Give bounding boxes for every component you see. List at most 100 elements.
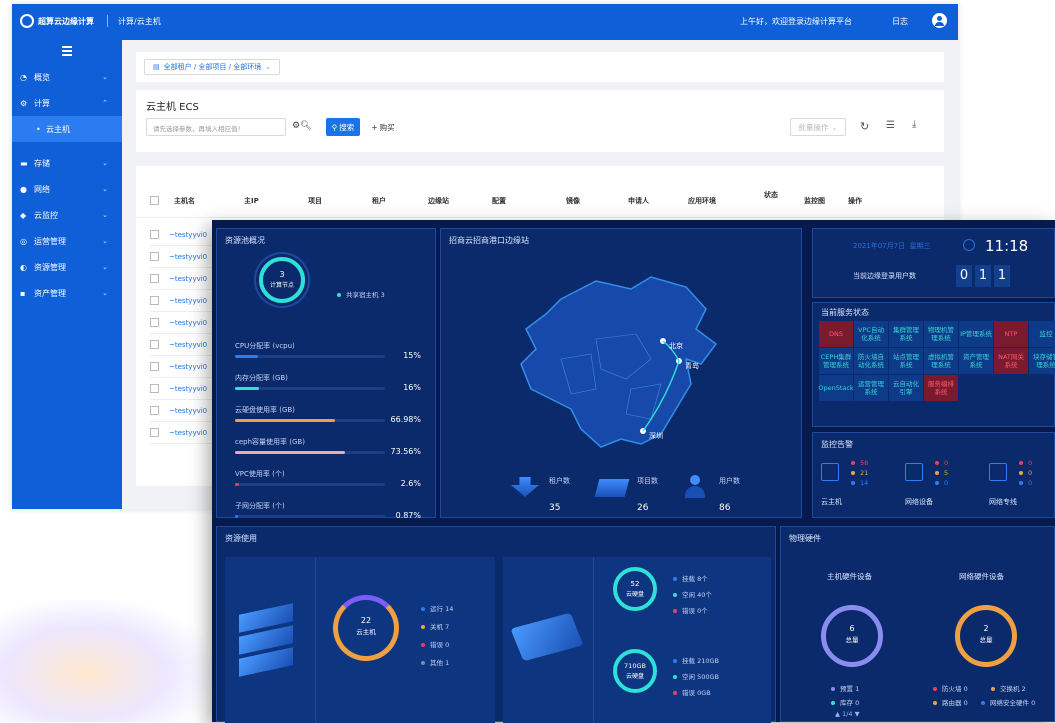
refresh-icon[interactable]: ↻ [860,120,869,133]
service-status-tile[interactable]: NAT网关系统 [994,348,1028,374]
user-avatar-icon[interactable] [932,13,947,28]
alert-count: 0 [1019,479,1032,487]
service-status-tile[interactable]: 站点管理系统 [889,348,923,374]
search-input[interactable]: 请先选择参数，再填入相应值！ [146,118,286,136]
logo-icon [20,14,34,28]
sidebar-item-network[interactable]: ● 网络 ⌄ [12,176,122,202]
service-status-tile[interactable]: 物理机管理系统 [924,321,958,347]
chevron-down-icon: ⌄ [102,263,108,271]
col-header: 边缘站 [428,197,449,205]
host-link[interactable]: ~testyyvi0 [169,319,207,327]
row-checkbox[interactable] [150,252,159,261]
service-status-tile[interactable]: DNS [819,321,853,347]
panel-title: 监控告警 [821,440,853,449]
service-status-tile[interactable]: 块存储管理系统 [1029,348,1055,374]
host-link[interactable]: ~testyyvi0 [169,385,207,393]
col-header[interactable]: 租户 [372,196,386,206]
bar-percent: 16% [403,383,421,392]
resource-usage-panel: 资源使用 22 云主机 运行 14 关机 7 错误 0 其他 1 52 云硬盘 [216,526,776,723]
city-label: 深圳 [649,432,663,440]
bar-label: VPC使用率 (个) [235,470,285,478]
scope-selector[interactable]: ▤ 全部租户 / 全部项目 / 全部环境 ⌄ [144,59,281,75]
row-checkbox[interactable] [150,318,159,327]
sidebar-item-compute[interactable]: ⚙ 计算 ⌃ [12,90,122,116]
service-status-tile[interactable]: 虚拟机管理系统 [924,348,958,374]
triangle-down-icon[interactable]: ▼ [855,710,860,718]
row-checkbox[interactable] [150,230,159,239]
host-link[interactable]: ~testyyvi0 [169,429,207,437]
stat-value: 26 [637,503,649,513]
host-link[interactable]: ~testyyvi0 [169,407,207,415]
service-status-tile[interactable]: 服务编排系统 [924,375,958,401]
service-status-tile[interactable]: 防火墙自动化系统 [854,348,888,374]
sidebar-item-asset[interactable]: ▪ 资产管理 ⌄ [12,280,122,306]
pager[interactable]: ▲ 1/4 ▼ [835,710,860,718]
host-link[interactable]: ~testyyvi0 [169,363,207,371]
sidebar-item-resource[interactable]: ◐ 资源管理 ⌄ [12,254,122,280]
host-link[interactable]: ~testyyvi0 [169,297,207,305]
download-icon[interactable]: ⤓ [912,119,916,130]
row-checkbox[interactable] [150,340,159,349]
host-link[interactable]: ~testyyvi0 [169,341,207,349]
log-link[interactable]: 日志 [892,16,908,27]
bar-track [235,515,385,518]
city-label: 北京 [669,342,683,350]
ring-value: 6 [849,624,855,633]
ring-value: 52 [630,580,640,588]
big-screen-dashboard: 资源池概况 3 计算节点 共享宿主机 3 CPU分配率 (vcpu) 15% 内存分… [212,220,1055,723]
disk-capacity-ring: 710GB 云硬盘 [613,649,657,693]
service-status-tile[interactable]: 集群管理系统 [889,321,923,347]
device-alert-icon [905,463,923,481]
sidebar-item-monitor[interactable]: ◆ 云监控 ⌄ [12,202,122,228]
col-header[interactable]: 主机名 [174,196,195,206]
row-checkbox[interactable] [150,428,159,437]
service-status-tile[interactable]: VPC自动化系统 [854,321,888,347]
row-checkbox[interactable] [150,406,159,415]
bar-fill [235,483,239,486]
row-checkbox[interactable] [150,274,159,283]
service-status-tile[interactable]: 运营管理系统 [854,375,888,401]
ring-label: 云主机 [356,628,376,636]
triangle-up-icon[interactable]: ▲ [835,710,840,718]
service-status-tile[interactable]: 云自动化引擎 [889,375,923,401]
service-status-tile[interactable]: OpenStack [818,375,854,401]
divider [315,557,316,723]
host-link[interactable]: ~testyyvi0 [169,275,207,283]
chevron-down-icon: ⌄ [102,289,108,297]
login-users-label: 当前边缘登录用户数 [853,272,916,280]
bar-percent: 2.6% [400,479,421,488]
disk-icon [510,612,584,662]
col-header[interactable]: 项目 [308,196,322,206]
sidebar-item-ecs[interactable]: • 云主机 [12,116,122,142]
sidebar-item-storage[interactable]: ▬ 存储 ⌄ [12,150,122,176]
buy-button[interactable]: + 购买 [366,118,400,136]
col-header: 配置 [492,197,506,205]
menu-toggle-icon[interactable] [62,46,72,56]
row-checkbox[interactable] [150,362,159,371]
row-checkbox[interactable] [150,296,159,305]
decorative-gradient [0,600,212,722]
legend-item: 路由器 0 [933,697,968,707]
col-header[interactable]: 镜像 [566,196,580,206]
select-all-checkbox[interactable] [150,196,159,205]
stat-label: 租户数 [549,477,570,485]
search-button[interactable]: ⚲ 搜索 [326,118,360,136]
hardware-panel: 物理硬件 主机硬件设备 网络硬件设备 6 总量 2 总量 预置 1 库存 0 ▲… [780,526,1055,722]
list-view-icon[interactable]: ☰ [886,120,895,131]
batch-dropdown[interactable]: 批量操作 ⌄ [790,118,846,136]
sidebar-item-ops[interactable]: ◎ 运营管理 ⌄ [12,228,122,254]
service-status-tile[interactable]: 监控 [1029,321,1055,347]
sidebar-item-overview[interactable]: ◔ 概览 ⌄ [12,64,122,90]
service-status-tile[interactable]: NTP [994,321,1028,347]
service-status-tile[interactable]: IP管理系统 [959,321,993,347]
service-status-tile[interactable]: 资产管理系统 [959,348,993,374]
host-link[interactable]: ~testyyvi0 [169,253,207,261]
alert-count: 5 [935,469,948,477]
search-button-label: 搜索 [339,122,355,132]
host-link[interactable]: ~testyyvi0 [169,231,207,239]
stat-value: 86 [719,503,731,513]
row-checkbox[interactable] [150,384,159,393]
col-header[interactable]: 状态 [764,190,778,200]
service-status-tile[interactable]: CEPH集群管理系统 [819,348,853,374]
search-options-icon[interactable]: ⚙︎🔍︎ [292,121,312,131]
